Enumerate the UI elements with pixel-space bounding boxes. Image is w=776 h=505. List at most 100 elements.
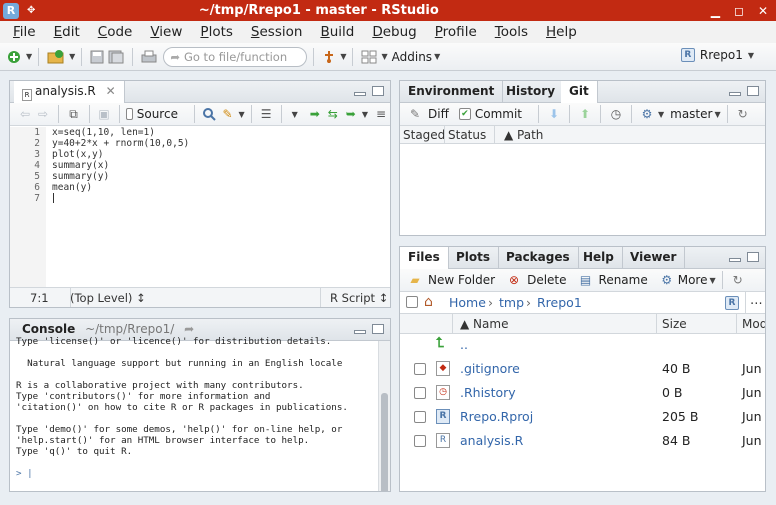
chevron-down-icon[interactable]: ▼ xyxy=(709,276,715,285)
code-editor[interactable]: 1 2 3 4 5 6 7 x=seq(1,10, len=1) y=40+2*… xyxy=(10,127,390,287)
minimize-pane-icon[interactable] xyxy=(729,92,741,96)
history-clock-icon[interactable]: ◷ xyxy=(607,104,625,124)
col-path[interactable]: ▲ Path xyxy=(504,128,543,142)
menu-session[interactable]: Session xyxy=(242,24,312,40)
tab-files[interactable]: Files xyxy=(400,247,449,270)
maximize-pane-icon[interactable] xyxy=(747,252,759,262)
maximize-icon[interactable]: ◻ xyxy=(734,4,744,18)
search-icon[interactable] xyxy=(200,104,218,124)
save-icon[interactable] xyxy=(88,47,106,67)
run-icon[interactable]: ➡ xyxy=(306,104,324,124)
gear-icon[interactable]: ⚙ xyxy=(658,270,676,290)
more-button[interactable]: More xyxy=(678,273,708,287)
diff-button[interactable]: Diff xyxy=(428,107,449,121)
rproj-icon[interactable]: R xyxy=(725,296,739,310)
home-icon[interactable]: ⌂ xyxy=(424,294,433,310)
new-folder-button[interactable]: New Folder xyxy=(428,273,495,287)
chevron-down-icon[interactable]: ▼ xyxy=(381,52,387,61)
project-menu[interactable]: R Rrepo1 ▼ xyxy=(680,48,754,62)
parent-dir-row[interactable]: ⮤ .. xyxy=(400,333,765,357)
menu-edit[interactable]: Edit xyxy=(45,24,89,40)
chevron-down-icon[interactable]: ▼ xyxy=(238,110,244,119)
maximize-pane-icon[interactable] xyxy=(747,86,759,96)
col-size[interactable]: Size xyxy=(662,317,687,331)
tab-environment[interactable]: Environment xyxy=(400,81,504,103)
goto-file-input[interactable]: ➦ Go to file/function xyxy=(163,46,308,67)
pull-icon[interactable]: ⬇ xyxy=(545,104,563,124)
table-row[interactable]: ◷ .Rhistory 0 B Jun xyxy=(400,381,765,405)
row-checkbox[interactable] xyxy=(414,435,426,447)
scope-selector[interactable]: (Top Level) ↕ xyxy=(70,291,146,305)
git-icon[interactable] xyxy=(320,47,338,67)
filetype-selector[interactable]: R Script ↕ xyxy=(330,291,388,305)
col-modified[interactable]: Mod xyxy=(742,317,765,331)
file-name[interactable]: analysis.R xyxy=(460,433,523,448)
rename-button[interactable]: Rename xyxy=(599,273,648,287)
menu-help[interactable]: Help xyxy=(537,24,586,40)
new-project-icon[interactable] xyxy=(45,47,67,67)
commit-button[interactable]: Commit xyxy=(475,107,522,121)
chevron-down-icon[interactable]: ▼ xyxy=(69,52,75,61)
select-all-checkbox[interactable] xyxy=(406,296,418,308)
maximize-pane-icon[interactable] xyxy=(372,324,384,334)
breadcrumb-tmp[interactable]: tmp xyxy=(499,295,524,310)
delete-icon[interactable]: ⊗ xyxy=(505,270,523,290)
row-checkbox[interactable] xyxy=(414,387,426,399)
col-status[interactable]: Status xyxy=(448,128,486,142)
minimize-icon[interactable]: ▁ xyxy=(711,4,720,18)
file-name[interactable]: .Rhistory xyxy=(460,385,516,400)
source-on-save-checkbox[interactable] xyxy=(125,108,133,120)
refresh-icon[interactable]: ↻ xyxy=(729,270,747,290)
tab-history[interactable]: History xyxy=(498,81,565,103)
chevron-down-icon[interactable]: ▼ xyxy=(658,110,664,119)
table-row[interactable]: R analysis.R 84 B Jun xyxy=(400,429,765,453)
maximize-pane-icon[interactable] xyxy=(372,86,384,96)
menu-plots[interactable]: Plots xyxy=(191,24,242,40)
branch-selector[interactable]: master xyxy=(670,107,712,121)
console-scrollbar[interactable] xyxy=(378,341,390,491)
chevron-down-icon[interactable]: ▼ xyxy=(434,52,440,61)
table-row[interactable]: R Rrepo.Rproj 205 B Jun xyxy=(400,405,765,429)
menu-debug[interactable]: Debug xyxy=(363,24,425,40)
save-all-icon[interactable] xyxy=(106,47,126,67)
minimize-pane-icon[interactable] xyxy=(354,330,366,334)
menu-code[interactable]: Code xyxy=(89,24,142,40)
commit-icon[interactable]: ✔ xyxy=(458,108,471,120)
menu-view[interactable]: View xyxy=(141,24,191,40)
gear-icon[interactable]: ⚙ xyxy=(638,104,656,124)
new-file-icon[interactable] xyxy=(4,47,24,67)
forward-arrow-icon[interactable]: ⇨ xyxy=(34,104,52,124)
row-checkbox[interactable] xyxy=(414,411,426,423)
back-arrow-icon[interactable]: ⇦ xyxy=(16,104,34,124)
new-folder-icon[interactable]: ▰ xyxy=(406,270,424,290)
file-name[interactable]: .gitignore xyxy=(460,361,520,376)
tab-viewer[interactable]: Viewer xyxy=(622,247,686,269)
menu-tools[interactable]: Tools xyxy=(486,24,537,40)
show-in-window-icon[interactable]: ⧉ xyxy=(65,104,83,124)
chevron-down-icon[interactable]: ▼ xyxy=(340,52,346,61)
grid-layout-icon[interactable] xyxy=(359,47,379,67)
refresh-icon[interactable]: ↻ xyxy=(734,104,752,124)
scrollbar-thumb[interactable] xyxy=(381,393,388,491)
minimize-pane-icon[interactable] xyxy=(354,92,366,96)
more-options-icon[interactable]: ⋯ xyxy=(750,295,763,310)
minimize-pane-icon[interactable] xyxy=(729,258,741,262)
print-icon[interactable] xyxy=(139,47,159,67)
menu-profile[interactable]: Profile xyxy=(426,24,486,40)
breadcrumb-rrepo1[interactable]: Rrepo1 xyxy=(537,295,582,310)
chevron-down-icon[interactable]: ▼ xyxy=(362,110,368,119)
chevron-down-icon[interactable]: ▼ xyxy=(292,110,298,119)
row-checkbox[interactable] xyxy=(414,363,426,375)
file-name[interactable]: Rrepo.Rproj xyxy=(460,409,533,424)
chevron-down-icon[interactable]: ▼ xyxy=(26,52,32,61)
save-icon[interactable]: ▣ xyxy=(95,104,113,124)
push-icon[interactable]: ⬆ xyxy=(576,104,594,124)
source-file-icon[interactable]: ➥ xyxy=(342,104,360,124)
compile-report-icon[interactable]: ☰ xyxy=(257,104,275,124)
window-menu-icon[interactable]: ✥ xyxy=(27,5,37,16)
outline-icon[interactable]: ≡ xyxy=(372,104,390,124)
col-name[interactable]: ▲ Name xyxy=(460,317,508,331)
re-run-icon[interactable]: ⇆ xyxy=(324,104,342,124)
tab-analysis-r[interactable]: Ranalysis.R ✕ xyxy=(14,81,125,104)
addins-button[interactable]: Addins xyxy=(392,50,432,64)
